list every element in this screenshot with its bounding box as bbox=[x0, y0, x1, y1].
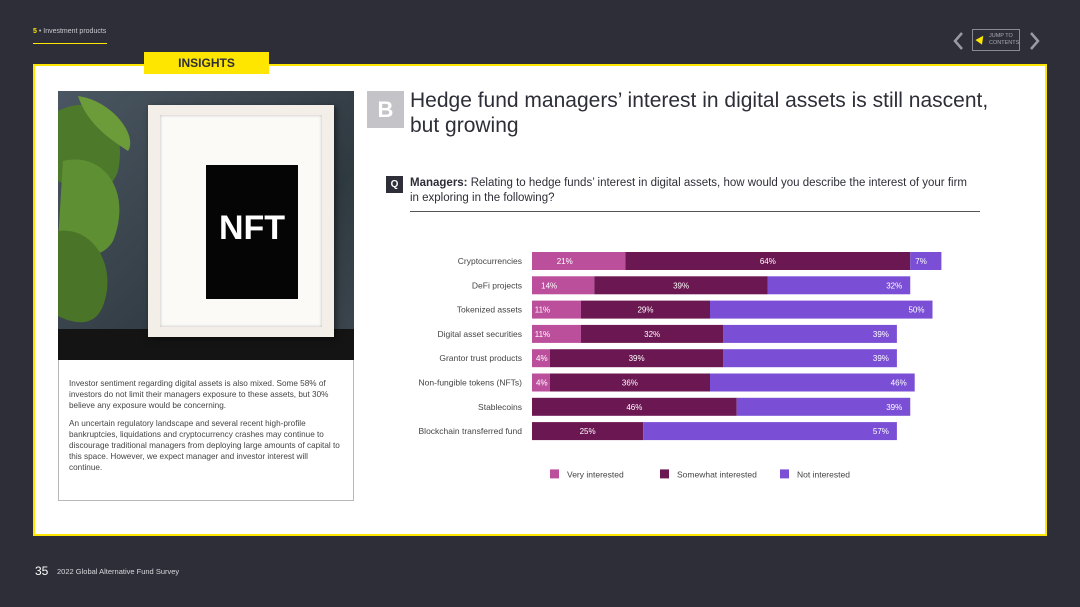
question-badge: Q bbox=[386, 176, 403, 193]
publication-title: 2022 Global Alternative Fund Survey bbox=[57, 567, 180, 576]
data-label: 57% bbox=[873, 427, 889, 436]
legend-label: Somewhat interested bbox=[677, 469, 757, 479]
page-number: 35 bbox=[35, 564, 49, 578]
nft-photo: NFT bbox=[58, 91, 354, 360]
legend-label: Not interested bbox=[797, 469, 850, 479]
breadcrumb-underline bbox=[33, 43, 107, 44]
bar-segment bbox=[643, 422, 897, 441]
page-title: Hedge fund managers’ interest in digital… bbox=[410, 89, 989, 137]
data-label: 46% bbox=[626, 403, 642, 412]
data-label: 39% bbox=[873, 354, 889, 363]
question-text: Relating to hedge funds’ interest in dig… bbox=[410, 177, 967, 204]
breadcrumb[interactable]: 5 • Investment products bbox=[33, 28, 106, 35]
category-label: Blockchain transferred fund bbox=[419, 426, 523, 436]
data-label: 32% bbox=[886, 281, 902, 290]
bar-segment bbox=[723, 349, 897, 368]
category-label: Cryptocurrencies bbox=[458, 256, 522, 266]
insights-tab: INSIGHTS bbox=[144, 52, 269, 74]
category-label: Grantor trust products bbox=[439, 353, 522, 363]
question-lead: Managers: bbox=[410, 177, 468, 189]
data-label: 64% bbox=[760, 257, 776, 266]
bar-segment bbox=[532, 252, 626, 270]
data-label: 11% bbox=[535, 306, 550, 315]
legend-swatch bbox=[780, 469, 789, 479]
data-label: 7% bbox=[915, 257, 927, 266]
category-label: Digital asset securities bbox=[437, 329, 522, 339]
category-label: Stablecoins bbox=[478, 402, 522, 412]
data-label: 14% bbox=[541, 281, 557, 290]
section-badge: B bbox=[367, 91, 404, 128]
category-label: Non-fungible tokens (NFTs) bbox=[419, 378, 523, 388]
arrow-icon bbox=[975, 33, 987, 45]
previous-page-icon[interactable] bbox=[950, 29, 966, 53]
data-label: 4% bbox=[536, 354, 548, 363]
data-label: 36% bbox=[622, 379, 638, 388]
jump-label-2: CONTENTS bbox=[989, 40, 1020, 46]
data-label: 29% bbox=[637, 306, 653, 315]
category-label: Tokenized assets bbox=[457, 305, 522, 315]
survey-question: Managers: Relating to hedge funds’ inter… bbox=[410, 176, 978, 206]
section-name: • Investment products bbox=[36, 28, 107, 35]
question-divider bbox=[410, 211, 980, 212]
data-label: 21% bbox=[557, 257, 573, 266]
data-label: 4% bbox=[536, 379, 548, 388]
data-label: 46% bbox=[891, 379, 907, 388]
category-label: DeFi projects bbox=[472, 280, 522, 290]
picture-frame: NFT bbox=[148, 105, 334, 337]
nft-artwork-text: NFT bbox=[218, 209, 286, 247]
jump-label-1: JUMP TO bbox=[989, 33, 1013, 39]
bar-segment bbox=[736, 397, 911, 416]
data-label: 32% bbox=[644, 330, 660, 339]
data-label: 11% bbox=[535, 330, 550, 339]
data-label: 39% bbox=[629, 354, 645, 363]
legend-swatch bbox=[550, 469, 559, 479]
data-label: 39% bbox=[673, 281, 689, 290]
bar-segment bbox=[710, 300, 933, 319]
data-label: 39% bbox=[886, 403, 902, 412]
legend-swatch bbox=[660, 469, 669, 479]
bar-segment bbox=[723, 324, 897, 343]
insights-paragraph-2: An uncertain regulatory landscape and se… bbox=[69, 419, 340, 472]
legend-label: Very interested bbox=[567, 469, 624, 479]
insights-text-box: Investor sentiment regarding digital ass… bbox=[58, 360, 354, 501]
next-page-icon[interactable] bbox=[1027, 29, 1043, 53]
data-label: 50% bbox=[908, 306, 924, 315]
plant-leaves-image bbox=[58, 96, 131, 323]
interest-stacked-bar-chart: Cryptocurrencies 21% 64% 7% DeFi projects 14%… bbox=[419, 252, 942, 479]
jump-to-contents-button[interactable]: JUMP TO CONTENTS bbox=[972, 29, 1020, 51]
insights-paragraph-1: Investor sentiment regarding digital ass… bbox=[69, 379, 329, 410]
bar-segment bbox=[710, 373, 915, 392]
data-label: 39% bbox=[873, 330, 889, 339]
data-label: 25% bbox=[580, 427, 596, 436]
nft-artwork: NFT bbox=[206, 165, 298, 299]
